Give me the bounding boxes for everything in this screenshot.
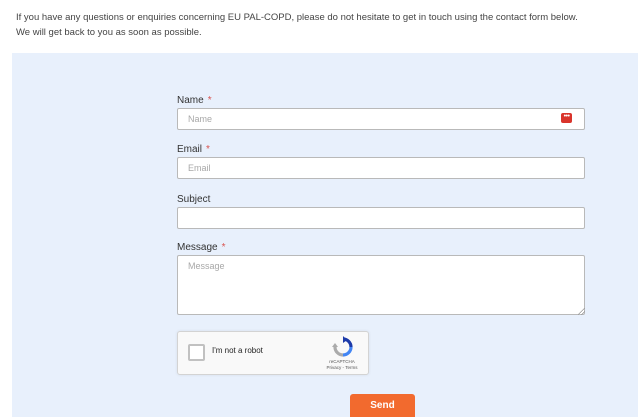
- required-mark: *: [221, 242, 226, 253]
- required-mark: *: [207, 95, 212, 106]
- recaptcha-brand: reCAPTCHA Privacy - Terms: [322, 359, 362, 371]
- message-label-text: Message: [177, 242, 218, 253]
- subject-input[interactable]: [177, 207, 585, 229]
- subject-label: Subject: [177, 194, 210, 205]
- recaptcha-label: I'm not a robot: [212, 346, 263, 355]
- email-label: Email *: [177, 144, 210, 155]
- email-input[interactable]: [177, 157, 585, 179]
- message-textarea[interactable]: [177, 255, 585, 315]
- message-label: Message *: [177, 242, 225, 253]
- intro-line-2: We will get back to you as soon as possi…: [16, 27, 202, 38]
- recaptcha-widget: I'm not a robot reCAPTCHA Privacy - Term…: [177, 331, 369, 375]
- name-label-text: Name: [177, 95, 204, 106]
- recaptcha-checkbox[interactable]: [188, 344, 205, 361]
- password-manager-icon[interactable]: •••: [561, 113, 572, 123]
- required-mark: *: [206, 144, 210, 155]
- recaptcha-logo-icon: [332, 336, 353, 357]
- intro-line-1: If you have any questions or enquiries c…: [16, 12, 578, 23]
- intro-text: If you have any questions or enquiries c…: [16, 10, 626, 40]
- subject-label-text: Subject: [177, 194, 211, 205]
- name-input[interactable]: [177, 108, 585, 130]
- email-label-text: Email: [177, 144, 203, 155]
- name-label: Name *: [177, 95, 212, 106]
- textarea-resize-handle[interactable]: [578, 308, 585, 315]
- recaptcha-links[interactable]: Privacy - Terms: [322, 365, 362, 371]
- send-button[interactable]: Send: [350, 394, 415, 417]
